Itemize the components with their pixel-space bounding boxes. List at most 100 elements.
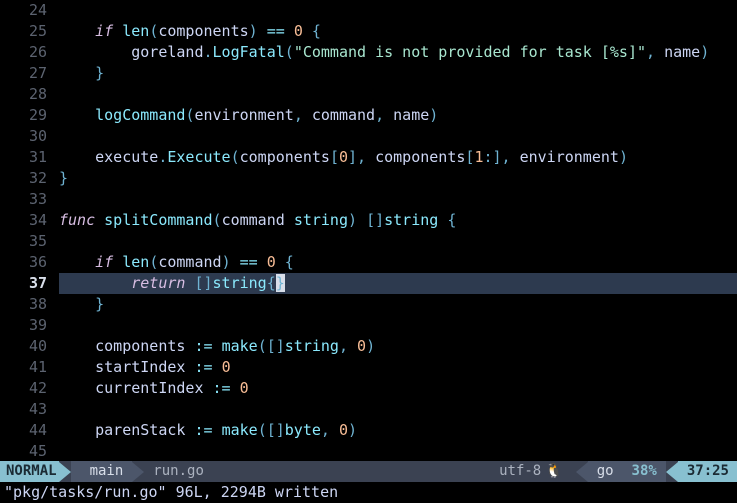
position-segment: 37:25 — [678, 461, 737, 482]
line-content[interactable]: if len(components) == 0 { — [59, 21, 737, 42]
filetype-segment: go — [588, 461, 623, 482]
code-line[interactable]: 45 — [0, 441, 737, 462]
token: parenStack — [95, 421, 185, 439]
code-line[interactable]: 39 — [0, 315, 737, 336]
code-line[interactable]: 44 parenStack := make([]byte, 0) — [0, 420, 737, 441]
code-line[interactable]: 33 — [0, 189, 737, 210]
line-number: 39 — [0, 315, 59, 336]
token: if — [95, 253, 113, 271]
line-content[interactable] — [59, 126, 737, 147]
line-content[interactable]: startIndex := 0 — [59, 357, 737, 378]
line-number: 36 — [0, 252, 59, 273]
encoding: utf-8 — [499, 461, 541, 482]
line-number: 32 — [0, 168, 59, 189]
token: { — [285, 253, 294, 271]
line-content[interactable]: } — [59, 168, 737, 189]
token: string — [384, 211, 438, 229]
code-area[interactable]: 2425 if len(components) == 0 {26 gorelan… — [0, 0, 737, 461]
code-line[interactable]: 27 } — [0, 63, 737, 84]
token: := — [194, 421, 212, 439]
code-line[interactable]: 40 components := make([]string, 0) — [0, 336, 737, 357]
code-line[interactable]: 34func splitCommand(command string) []st… — [0, 210, 737, 231]
code-line[interactable]: 28 — [0, 84, 737, 105]
token: { — [267, 274, 276, 292]
token: , — [646, 43, 655, 61]
token — [303, 22, 312, 40]
token: string — [285, 337, 339, 355]
token: ) — [249, 22, 258, 40]
code-line[interactable]: 24 — [0, 0, 737, 21]
line-content[interactable] — [59, 315, 737, 336]
code-line[interactable]: 31 execute.Execute(components[0], compon… — [0, 147, 737, 168]
code-line[interactable]: 38 } — [0, 294, 737, 315]
code-line[interactable]: 25 if len(components) == 0 { — [0, 21, 737, 42]
separator-icon — [666, 462, 678, 482]
line-content[interactable]: func splitCommand(command string) []stri… — [59, 210, 737, 231]
line-content[interactable]: currentIndex := 0 — [59, 378, 737, 399]
token: } — [276, 274, 285, 292]
line-content[interactable] — [59, 0, 737, 21]
code-line[interactable]: 29 logCommand(environment, command, name… — [0, 105, 737, 126]
token: , — [294, 106, 303, 124]
token: [] — [366, 211, 384, 229]
line-content[interactable] — [59, 84, 737, 105]
code-line[interactable]: 32} — [0, 168, 737, 189]
line-content[interactable]: components := make([]string, 0) — [59, 336, 737, 357]
line-number: 24 — [0, 0, 59, 21]
command-line[interactable]: "pkg/tasks/run.go" 96L, 2294B written — [0, 482, 737, 503]
token: ] — [348, 148, 357, 166]
line-number: 43 — [0, 399, 59, 420]
token: len — [122, 22, 149, 40]
line-content[interactable]: execute.Execute(components[0], component… — [59, 147, 737, 168]
token: if — [95, 22, 113, 40]
line-content[interactable]: } — [59, 63, 737, 84]
line-content[interactable] — [59, 189, 737, 210]
code-line[interactable]: 41 startIndex := 0 — [0, 357, 737, 378]
percent-segment: 38% — [623, 461, 666, 482]
token: 0 — [294, 22, 303, 40]
token — [511, 148, 520, 166]
code-line[interactable]: 26 goreland.LogFatal("Command is not pro… — [0, 42, 737, 63]
line-content[interactable]: goreland.LogFatal("Command is not provid… — [59, 42, 737, 63]
token — [231, 253, 240, 271]
line-content[interactable]: return []string{} — [59, 273, 737, 294]
token: components — [240, 148, 330, 166]
separator-icon — [576, 462, 588, 482]
line-content[interactable] — [59, 399, 737, 420]
line-content[interactable]: if len(command) == 0 { — [59, 252, 737, 273]
token — [59, 421, 95, 439]
token — [213, 337, 222, 355]
token — [357, 211, 366, 229]
line-number: 44 — [0, 420, 59, 441]
token: goreland — [131, 43, 203, 61]
token — [348, 337, 357, 355]
code-line[interactable]: 30 — [0, 126, 737, 147]
token: } — [59, 169, 68, 187]
token — [655, 43, 664, 61]
line-content[interactable]: parenStack := make([]byte, 0) — [59, 420, 737, 441]
code-line[interactable]: 36 if len(command) == 0 { — [0, 252, 737, 273]
token: { — [447, 211, 456, 229]
token — [258, 22, 267, 40]
token: [ — [330, 148, 339, 166]
encoding-segment: utf-8 🐧 — [490, 461, 576, 482]
token — [384, 106, 393, 124]
line-content[interactable] — [59, 441, 737, 462]
token — [59, 22, 95, 40]
line-content[interactable]: } — [59, 294, 737, 315]
token — [258, 253, 267, 271]
code-line[interactable]: 37 return []string{} — [0, 273, 737, 294]
token: string — [294, 211, 348, 229]
line-number: 34 — [0, 210, 59, 231]
token: == — [267, 22, 285, 40]
token: components — [158, 22, 248, 40]
line-number: 38 — [0, 294, 59, 315]
line-content[interactable]: logCommand(environment, command, name) — [59, 105, 737, 126]
line-content[interactable] — [59, 231, 737, 252]
code-line[interactable]: 42 currentIndex := 0 — [0, 378, 737, 399]
code-line[interactable]: 35 — [0, 231, 737, 252]
code-line[interactable]: 43 — [0, 399, 737, 420]
token — [59, 337, 95, 355]
token — [285, 211, 294, 229]
token: := — [194, 358, 212, 376]
